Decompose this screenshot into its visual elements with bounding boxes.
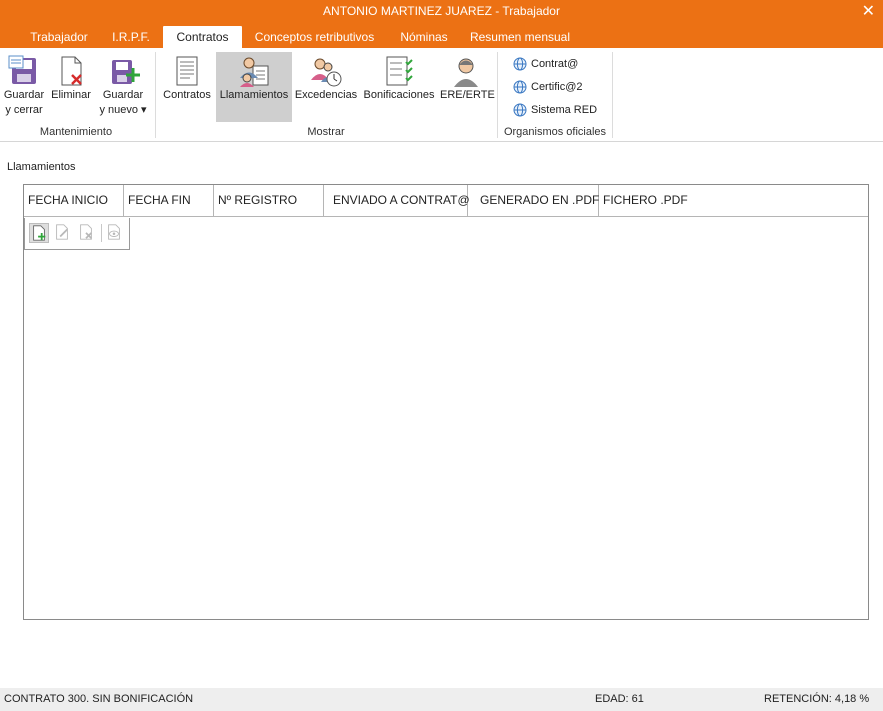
certifica-button[interactable]: Certific@2 — [513, 80, 583, 94]
section-title: Llamamientos — [7, 161, 76, 173]
save-new-icon — [112, 60, 140, 84]
status-edad: EDAD: 61 — [595, 693, 644, 705]
globe-icon — [513, 57, 527, 71]
title-bar: ANTONIO MARTINEZ JUAREZ - Trabajador ✕ — [0, 0, 883, 24]
grid-toolbar — [24, 218, 130, 250]
certifica-label: Certific@2 — [531, 80, 583, 93]
ribbon: Guardar y cerrar Eliminar Guardar y nuev… — [0, 48, 883, 142]
guardar-y-cerrar-label-1: Guardar — [3, 89, 45, 101]
eliminar-button[interactable]: Eliminar — [48, 52, 94, 103]
contratos-label: Contratos — [163, 89, 211, 101]
contrata-label: Contrat@ — [531, 57, 579, 70]
guardar-y-nuevo-label-2: y nuevo ▾ — [99, 104, 147, 116]
llamamientos-people-icon — [240, 57, 269, 87]
globe-icon — [513, 103, 527, 117]
new-document-icon — [33, 225, 46, 241]
ere-erte-person-icon — [454, 58, 478, 87]
window-title: ANTONIO MARTINEZ JUAREZ - Trabajador — [323, 4, 560, 18]
bonificaciones-label: Bonificaciones — [363, 89, 435, 101]
tab-conceptos-retributivos[interactable]: Conceptos retributivos — [244, 26, 385, 48]
tab-irpf[interactable]: I.R.P.F. — [102, 26, 160, 48]
ere-erte-label: ERE/ERTE — [440, 89, 495, 101]
guardar-y-nuevo-button[interactable]: Guardar y nuevo ▾ — [95, 52, 151, 118]
excedencias-label: Excedencias — [294, 89, 358, 101]
view-row-button[interactable] — [105, 223, 125, 243]
excedencias-button[interactable]: Excedencias — [294, 52, 358, 103]
tab-contratos[interactable]: Contratos — [163, 26, 242, 48]
status-contrato: CONTRATO 300. SIN BONIFICACIÓN — [4, 693, 194, 705]
guardar-y-cerrar-button[interactable]: Guardar y cerrar — [1, 52, 47, 118]
group-label-mantenimiento: Mantenimiento — [39, 126, 113, 138]
column-header-enviado-a-contrata[interactable]: ENVIADO A CONTRAT@ — [324, 185, 470, 216]
edit-row-button[interactable] — [53, 223, 73, 243]
status-retencion: RETENCIÓN: 4,18 % — [764, 693, 870, 705]
group-separator — [612, 52, 613, 138]
contract-document-icon — [176, 56, 198, 86]
column-header-fichero-pdf[interactable]: FICHERO .PDF — [599, 185, 868, 216]
group-label-mostrar: Mostrar — [307, 126, 345, 138]
tab-nominas[interactable]: Nóminas — [388, 26, 460, 48]
close-icon[interactable]: ✕ — [862, 1, 875, 21]
column-header-generado-en-pdf[interactable]: GENERADO EN .PDF — [468, 185, 599, 216]
group-label-organismos-oficiales: Organismos oficiales — [503, 126, 607, 138]
sistema-red-button[interactable]: Sistema RED — [513, 103, 597, 117]
column-header-n-registro[interactable]: Nº REGISTRO — [214, 185, 324, 216]
column-header-fecha-inicio[interactable]: FECHA INICIO — [24, 185, 124, 216]
globe-icon — [513, 80, 527, 94]
guardar-y-cerrar-label-2: y cerrar — [5, 104, 43, 116]
eliminar-label: Eliminar — [51, 89, 91, 101]
toolbar-separator — [101, 224, 102, 242]
ere-erte-button[interactable]: ERE/ERTE — [440, 52, 495, 103]
column-header-fecha-fin[interactable]: FECHA FIN — [124, 185, 214, 216]
contrata-button[interactable]: Contrat@ — [513, 57, 578, 71]
sistema-red-label: Sistema RED — [531, 103, 598, 116]
status-bar: CONTRATO 300. SIN BONIFICACIÓN EDAD: 61 … — [0, 688, 883, 711]
delete-document-icon — [61, 56, 82, 86]
tab-resumen-mensual[interactable]: Resumen mensual — [463, 26, 577, 48]
guardar-y-nuevo-label-1: Guardar — [102, 89, 144, 101]
add-row-button[interactable] — [29, 223, 49, 243]
excedencias-clock-icon — [311, 58, 342, 87]
llamamientos-button[interactable]: Llamamientos — [216, 52, 292, 122]
bonificaciones-checklist-icon — [386, 56, 413, 86]
delete-row-button[interactable] — [77, 223, 97, 243]
edit-document-icon — [56, 224, 69, 240]
bonificaciones-button[interactable]: Bonificaciones — [360, 52, 438, 103]
contratos-button[interactable]: Contratos — [160, 52, 214, 103]
llamamientos-label: Llamamientos — [219, 89, 289, 101]
view-document-icon — [108, 224, 120, 240]
llamamientos-grid: FECHA INICIO FECHA FIN Nº REGISTRO ENVIA… — [23, 184, 869, 620]
tab-trabajador[interactable]: Trabajador — [18, 26, 100, 48]
grid-header: FECHA INICIO FECHA FIN Nº REGISTRO ENVIA… — [24, 185, 868, 217]
tab-strip: Trabajador I.R.P.F. Contratos Conceptos … — [0, 24, 883, 48]
delete-document-icon — [80, 224, 93, 240]
save-close-icon — [8, 55, 36, 84]
